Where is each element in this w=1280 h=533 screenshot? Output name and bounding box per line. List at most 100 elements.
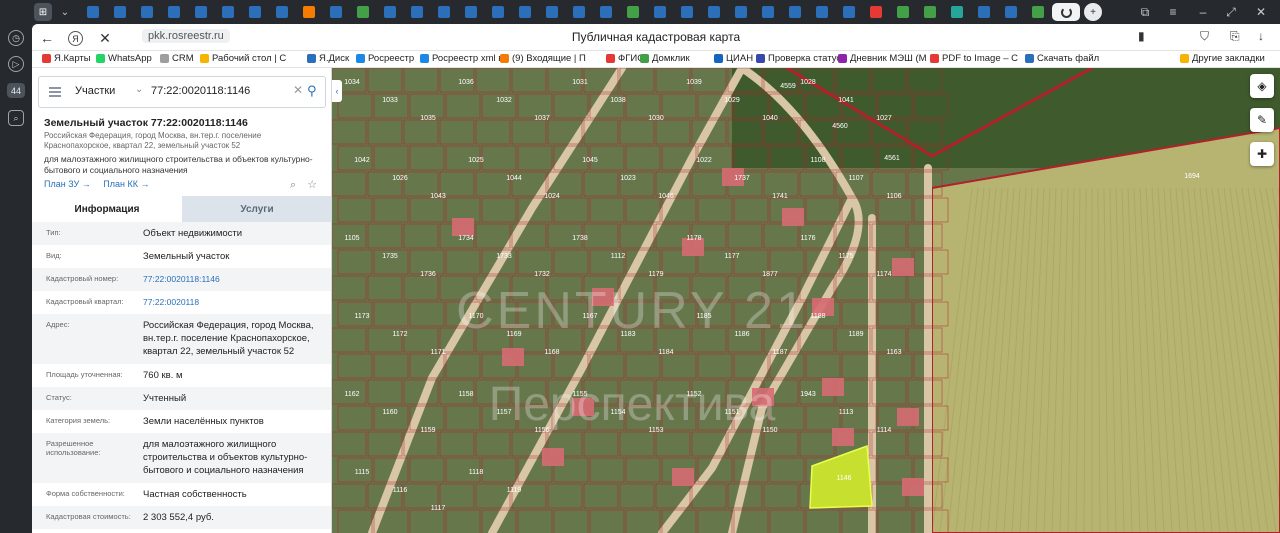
tab-favicon[interactable] (597, 3, 615, 21)
clear-search-icon[interactable]: ✕ (293, 83, 303, 97)
collections-icon[interactable]: ⌕ (8, 110, 24, 126)
tab-favicon[interactable] (84, 3, 102, 21)
search-bar[interactable]: Участки ⌄ 77:22:0020118:1146 ✕ ⚲ (38, 76, 326, 108)
map-canvas[interactable]: 1034 1033 1035 1036 1032 1037 1031 1038 1030 1039… (332, 68, 1280, 533)
bookmark-item[interactable]: ФГИС (606, 53, 644, 64)
search-icon[interactable]: ⚲ (307, 83, 317, 99)
tab-favicon[interactable] (543, 3, 561, 21)
new-tab-button[interactable]: + (1084, 3, 1102, 21)
minimize-button[interactable]: – (1194, 3, 1212, 21)
bookmark-item[interactable]: ЦИАН (714, 53, 753, 64)
bookmark-item[interactable]: WhatsApp (96, 53, 152, 64)
tab-favicon[interactable] (435, 3, 453, 21)
tab-information[interactable]: Информация (32, 196, 182, 222)
bookmark-item[interactable]: PDF to Image – C (930, 53, 1018, 64)
collapse-panel-icon[interactable]: ‹ (332, 80, 342, 102)
tab-favicon[interactable] (219, 3, 237, 21)
loading-icon (1060, 6, 1072, 18)
parcel-label: 1117 (431, 505, 446, 512)
bookmark-item[interactable]: Рабочий стол | C (200, 53, 286, 64)
tab-favicon[interactable] (354, 3, 372, 21)
tab-favicon[interactable] (516, 3, 534, 21)
bookmark-item[interactable]: Росреестр xml в (420, 53, 503, 64)
tab-favicon[interactable] (381, 3, 399, 21)
tab-favicon[interactable] (462, 3, 480, 21)
restore-button[interactable]: ⤢ (1222, 3, 1240, 21)
tab-favicon[interactable] (624, 3, 642, 21)
bookmark-icon[interactable]: ▮ (1138, 29, 1145, 43)
hamburger-icon[interactable] (49, 87, 61, 97)
bookmark-item[interactable]: Я.Карты (42, 53, 91, 64)
cadastral-map[interactable]: 1034 1033 1035 1036 1032 1037 1031 1038 1030 1039… (332, 68, 1280, 533)
plan-zu-link[interactable]: План ЗУ → (44, 179, 91, 189)
bookmark-item[interactable]: Домклик (640, 53, 690, 64)
object-permitted-use: для малоэтажного жилищного строительства… (44, 154, 313, 175)
menu-icon[interactable]: ≡ (1164, 3, 1182, 21)
info-row-value[interactable]: 77:22:0020118 (143, 296, 329, 309)
tab-favicon[interactable] (165, 3, 183, 21)
tabs-overview-icon[interactable]: ⧉ (1136, 3, 1154, 21)
search-input[interactable]: 77:22:0020118:1146 (151, 85, 250, 97)
tab-favicon[interactable] (975, 3, 993, 21)
info-row-value[interactable]: 77:22:0020118:1146 (143, 273, 329, 286)
bookmark-item[interactable]: (9) Входящие | П (500, 53, 586, 64)
star-icon[interactable]: ☆ (307, 179, 317, 191)
bookmark-item[interactable]: Дневник МЭШ (М (838, 53, 927, 64)
play-icon[interactable]: ▷ (8, 56, 24, 72)
tab-favicon[interactable] (570, 3, 588, 21)
bookmark-item[interactable]: Проверка статуса (756, 53, 846, 64)
bookmark-item[interactable]: Я.Диск (307, 53, 349, 64)
tab-favicon[interactable] (786, 3, 804, 21)
bookmark-label: Росреестр (368, 53, 415, 64)
chevron-down-icon[interactable]: ⌄ (135, 84, 143, 95)
bookmark-item[interactable]: Росреестр (356, 53, 414, 64)
download-icon[interactable]: ↓ (1258, 29, 1264, 43)
tab-favicon[interactable] (759, 3, 777, 21)
tab-pinned[interactable]: ⊞ (34, 3, 52, 21)
tab-favicon[interactable] (489, 3, 507, 21)
tab-favicon[interactable] (246, 3, 264, 21)
tab-favicon[interactable] (138, 3, 156, 21)
tab-favicon[interactable] (651, 3, 669, 21)
tab-favicon[interactable] (327, 3, 345, 21)
tab-favicon[interactable] (678, 3, 696, 21)
ruler-icon[interactable]: ✎ (1250, 108, 1274, 132)
layers-icon[interactable]: ◈ (1250, 74, 1274, 98)
plan-kk-link[interactable]: План КК → (103, 179, 149, 189)
shield-icon[interactable]: ⛉ (1200, 29, 1209, 44)
history-icon[interactable]: ◷ (8, 30, 24, 46)
tab-favicon[interactable] (192, 3, 210, 21)
tab-favicon[interactable] (1029, 3, 1047, 21)
tab-active[interactable] (1052, 3, 1080, 21)
tab-favicon[interactable] (948, 3, 966, 21)
bookmark-item[interactable]: CRM (160, 53, 194, 64)
parcel-label: 1189 (848, 331, 863, 338)
tab-services[interactable]: Услуги (182, 196, 331, 222)
tab-favicon[interactable] (867, 3, 885, 21)
tab-dropdown-icon[interactable]: ⌄ (56, 3, 74, 21)
tab-favicon[interactable] (813, 3, 831, 21)
tab-favicon[interactable] (732, 3, 750, 21)
tab-favicon[interactable] (300, 3, 318, 21)
bookmarks-bar: Я.Карты WhatsApp CRM Рабочий стол | C Я.Диск… (32, 51, 1280, 68)
badge-counter[interactable]: 44 (7, 83, 25, 98)
bookmark-icon (500, 54, 509, 63)
translate-icon[interactable]: ⎘ (1230, 29, 1240, 44)
tab-favicon[interactable] (273, 3, 291, 21)
tab-favicon[interactable] (1002, 3, 1020, 21)
search-type-select[interactable]: Участки (75, 85, 115, 97)
site-icon (546, 6, 558, 18)
crosshair-icon[interactable]: ✚ (1250, 142, 1274, 166)
tab-favicon[interactable] (894, 3, 912, 21)
bookmark-item[interactable]: Скачать файл (1025, 53, 1099, 64)
tab-favicon[interactable] (840, 3, 858, 21)
tab-favicon[interactable] (705, 3, 723, 21)
close-window-button[interactable]: ✕ (1252, 3, 1270, 21)
tab-favicon[interactable] (921, 3, 939, 21)
bookmark-item[interactable]: Другие закладки (1180, 53, 1265, 64)
zoom-to-object-icon[interactable]: ⌕ (290, 179, 296, 191)
url-chip[interactable]: pkk.rosreestr.ru (142, 29, 230, 43)
site-icon (600, 6, 612, 18)
tab-favicon[interactable] (111, 3, 129, 21)
tab-favicon[interactable] (408, 3, 426, 21)
